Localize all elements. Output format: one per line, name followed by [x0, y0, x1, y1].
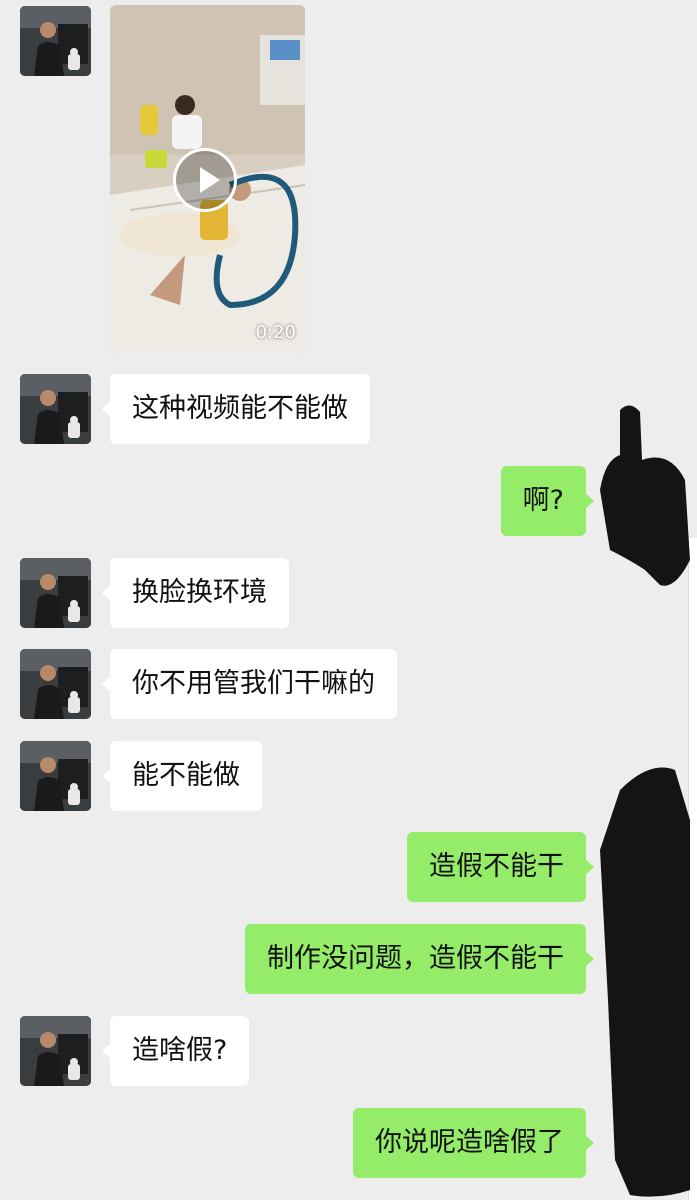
message-text: 你不用管我们干嘛的 [132, 668, 375, 699]
message-bubble-incoming[interactable]: 换脸换环境 [102, 558, 289, 628]
contact-avatar[interactable] [20, 1016, 91, 1086]
contact-avatar[interactable] [20, 6, 91, 76]
redaction-scribble [600, 405, 690, 1197]
message-bubble-outgoing[interactable]: 你说呢造啥假了 [353, 1108, 594, 1178]
message-text: 你说呢造啥假了 [375, 1127, 564, 1158]
contact-avatar[interactable] [20, 649, 91, 719]
message-text: 这种视频能不能做 [132, 393, 348, 424]
contact-avatar[interactable] [20, 558, 91, 628]
contact-avatar[interactable] [20, 374, 91, 444]
video-duration: 0:20 [255, 322, 296, 343]
message-bubble-incoming[interactable]: 你不用管我们干嘛的 [102, 649, 397, 719]
message-text: 造假不能干 [429, 851, 564, 882]
video-message[interactable]: 0:20 [110, 5, 305, 353]
message-bubble-outgoing[interactable]: 制作没问题，造假不能干 [245, 924, 594, 994]
contact-avatar[interactable] [20, 741, 91, 811]
message-text: 换脸换环境 [132, 577, 267, 608]
message-bubble-incoming[interactable]: 造啥假? [101, 1016, 250, 1086]
message-text: 啊? [522, 485, 564, 516]
message-text: 造啥假? [132, 1035, 228, 1066]
message-text: 能不能做 [132, 760, 240, 791]
message-bubble-outgoing[interactable]: 造假不能干 [407, 832, 594, 902]
message-bubble-outgoing[interactable]: 啊? [500, 466, 595, 536]
play-icon[interactable] [173, 148, 237, 212]
message-bubble-incoming[interactable]: 这种视频能不能做 [102, 374, 370, 444]
chat-area: 0:20 这种视频能不能做 啊? 换脸换环境 你不用管我们干嘛的 能不能做 造假… [0, 0, 697, 1200]
message-text: 制作没问题，造假不能干 [267, 943, 564, 974]
message-bubble-incoming[interactable]: 能不能做 [102, 741, 262, 811]
